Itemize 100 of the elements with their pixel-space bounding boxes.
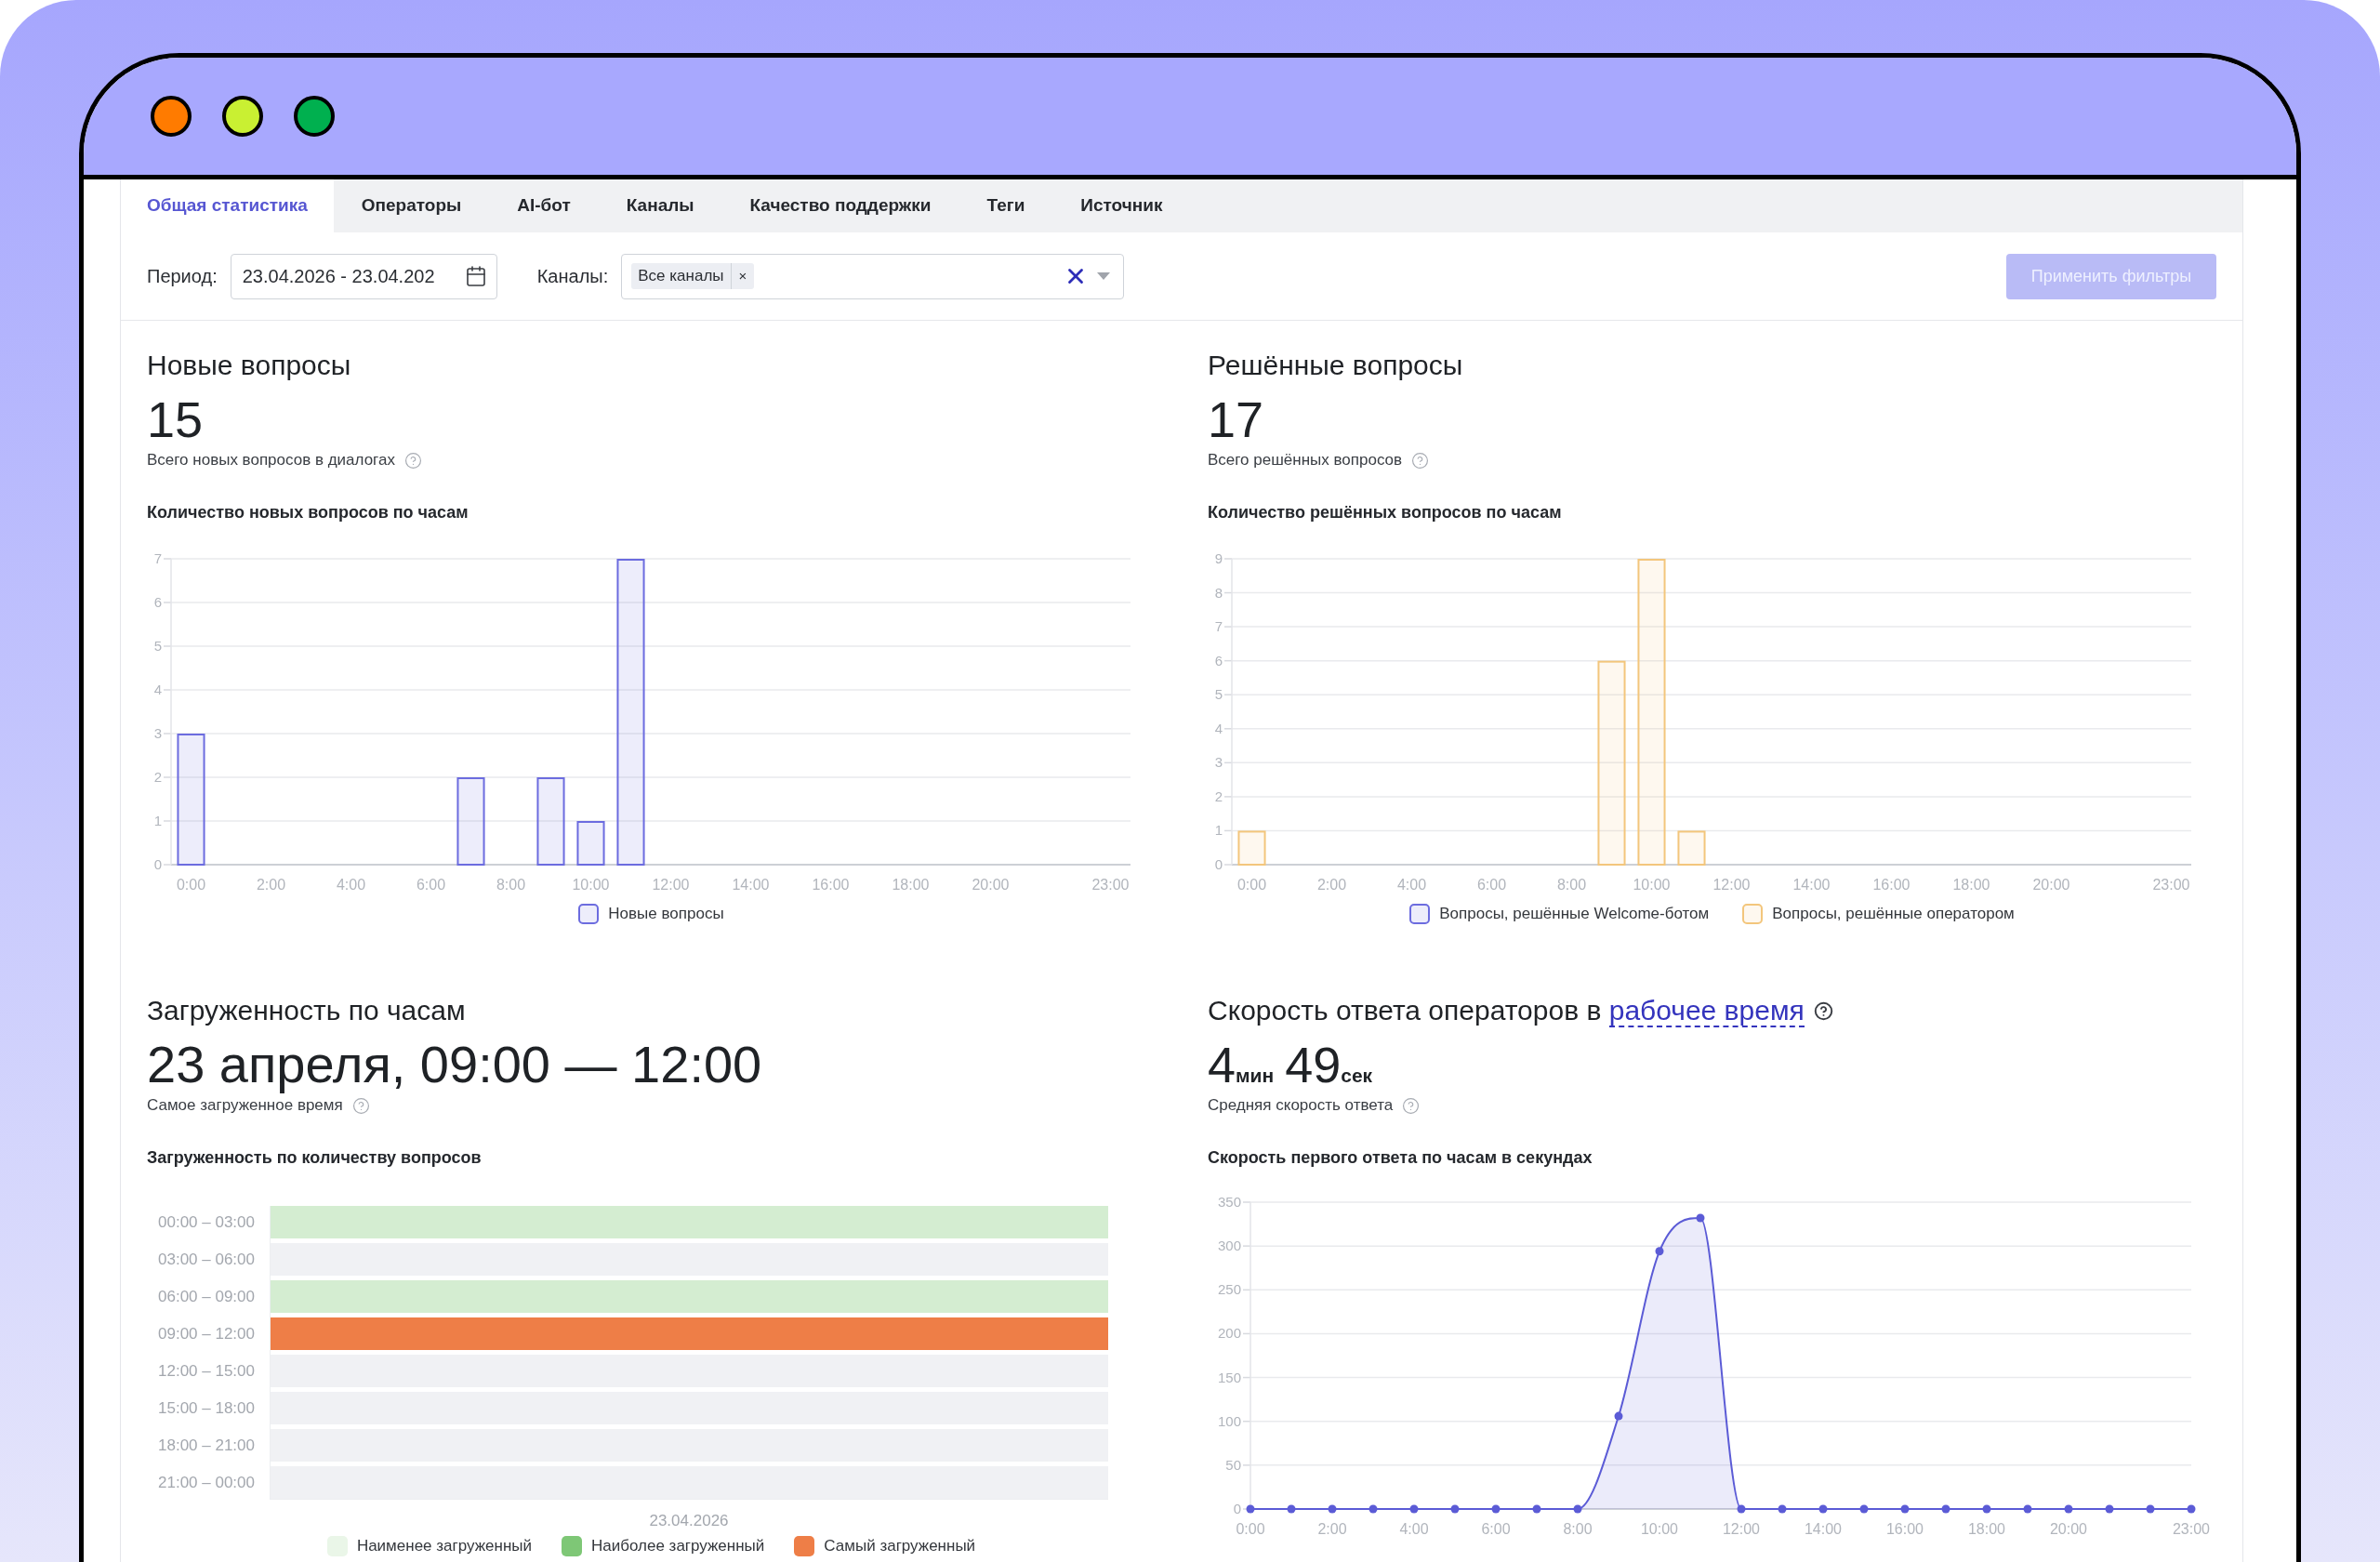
caret-icon[interactable]	[1097, 272, 1111, 280]
tag-remove-button[interactable]: ×	[730, 263, 755, 289]
chart-point	[2146, 1504, 2155, 1514]
chart-point	[1491, 1504, 1501, 1514]
chart-point	[1982, 1504, 1991, 1514]
axis-label: 0:00	[1236, 877, 1267, 893]
legend-swatch-icon[interactable]	[578, 904, 600, 924]
tab[interactable]: Операторы	[333, 179, 490, 232]
chart-point	[1818, 1504, 1828, 1514]
legend-label: Вопросы, решённые Welcome-ботом	[1439, 904, 1710, 925]
legend-swatch-icon[interactable]	[562, 1536, 582, 1556]
axis-label: 18:00	[1952, 877, 1990, 893]
section-title: Скорость ответа операторов в рабочее время	[1208, 994, 1805, 1027]
date-range-field[interactable]: 23.04.2026 - 23.04.202	[230, 253, 497, 299]
chart-point	[1532, 1504, 1541, 1514]
section-title: Загруженность по часам	[147, 994, 466, 1027]
axis-label: 0	[1233, 1501, 1241, 1516]
axis-label: 23:00	[2173, 1521, 2210, 1537]
stat-value: 23 апреля, 09:00 — 12:00	[147, 1037, 762, 1092]
stat-unit: сек	[1341, 1064, 1373, 1088]
axis-label: 250	[1217, 1281, 1241, 1298]
stat-caption: Всего новых вопросов в диалогах	[147, 450, 395, 471]
window-control-icon[interactable]	[294, 96, 335, 137]
axis-label: 2:00	[256, 877, 286, 893]
tab[interactable]: Каналы	[598, 179, 722, 232]
heatmap-row-label: 03:00 – 06:00	[158, 1249, 255, 1270]
axis-label: 4:00	[336, 877, 366, 893]
axis-label: 7	[1214, 618, 1223, 635]
axis-label: 350	[1217, 1194, 1241, 1210]
chart-point	[1246, 1504, 1255, 1514]
axis-label: 5	[1214, 686, 1223, 703]
legend-label: Наименее загруженный	[356, 1536, 532, 1557]
axis-label: 23:00	[1091, 877, 1130, 893]
stat-value: 4	[1208, 1037, 1236, 1092]
axis-label: 8:00	[1556, 877, 1587, 893]
tag-label: Все каналы	[637, 266, 725, 287]
axis-label: 0:00	[176, 877, 206, 893]
axis-label: 20:00	[972, 877, 1010, 893]
chart-title: Количество решённых вопросов по часам	[1208, 501, 1562, 523]
legend-swatch-icon[interactable]	[794, 1536, 815, 1556]
tab[interactable]: Источник	[1052, 179, 1191, 232]
chart-point	[1328, 1504, 1337, 1514]
axis-label: 100	[1217, 1412, 1241, 1429]
heatmap-row-label: 00:00 – 03:00	[158, 1211, 255, 1233]
stat-caption: Всего решённых вопросов	[1208, 450, 1403, 471]
chart-point	[1655, 1247, 1664, 1256]
heatmap-row-label: 15:00 – 18:00	[158, 1397, 255, 1419]
axis-label: 0	[1214, 856, 1223, 872]
legend-label: Вопросы, решённые оператором	[1772, 904, 2015, 925]
axis-label: 16:00	[812, 877, 850, 893]
axis-label: 12:00	[1723, 1521, 1760, 1537]
legend-swatch-icon[interactable]	[1409, 904, 1431, 924]
axis-label: 18:00	[1968, 1521, 2005, 1537]
section-title: Решённые вопросы	[1208, 349, 1463, 382]
axis-label: 1	[1214, 822, 1223, 839]
axis-label: 2:00	[1316, 877, 1347, 893]
axis-label: 10:00	[1641, 1521, 1678, 1537]
axis-label: 300	[1217, 1238, 1241, 1254]
stat-caption: Самое загруженное время	[147, 1095, 343, 1117]
legend-label: Новые вопросы	[608, 904, 724, 925]
legend-swatch-icon[interactable]	[1742, 904, 1764, 924]
heatmap-row-label: 18:00 – 21:00	[158, 1435, 255, 1456]
window-control-icon[interactable]	[151, 96, 192, 137]
axis-label: 14:00	[1792, 877, 1831, 893]
working-hours-link[interactable]: рабочее время	[1608, 995, 1805, 1027]
heatmap-row-label: 21:00 – 00:00	[158, 1472, 255, 1493]
axis-label: 8:00	[1563, 1521, 1593, 1537]
window-control-icon[interactable]	[222, 96, 263, 137]
chart-point	[1287, 1504, 1296, 1514]
chart-point	[2023, 1504, 2032, 1514]
chart-bar	[1237, 830, 1266, 866]
chart-title: Загруженность по количеству вопросов	[147, 1146, 482, 1169]
tab[interactable]: AI-бот	[489, 179, 599, 232]
axis-label: 3	[1214, 754, 1223, 771]
axis-label: 200	[1217, 1325, 1241, 1342]
axis-label: 23:00	[2152, 877, 2190, 893]
axis-label: 8:00	[496, 877, 526, 893]
stat-caption: Средняя скорость ответа	[1208, 1095, 1394, 1117]
stat-value: 49	[1285, 1037, 1342, 1092]
axis-label: 6:00	[1476, 877, 1507, 893]
tab[interactable]: Качество поддержки	[721, 179, 959, 232]
chart-point	[1450, 1504, 1460, 1514]
help-icon[interactable]	[1813, 1000, 1833, 1021]
legend-label: Наиболее загруженный	[591, 1536, 765, 1557]
chart-point	[2105, 1504, 2114, 1514]
chart-point	[1614, 1411, 1623, 1421]
chart-point	[1941, 1504, 1950, 1514]
axis-label: 2	[1214, 788, 1223, 804]
tab[interactable]: Теги	[959, 179, 1053, 232]
tab[interactable]: Общая статистика	[121, 179, 334, 232]
axis-label: 18:00	[892, 877, 930, 893]
axis-label: 5	[153, 638, 162, 654]
axis-label: 12:00	[1712, 877, 1751, 893]
chart-title: Количество новых вопросов по часам	[147, 501, 469, 523]
axis-label: 4:00	[1399, 1521, 1429, 1537]
channels-select[interactable]: Все каналы ×	[621, 253, 1125, 299]
filter-label: Период:	[147, 265, 218, 288]
axis-label: 50	[1225, 1456, 1241, 1473]
calendar-icon[interactable]	[464, 265, 487, 287]
axis-label: 4	[153, 682, 162, 697]
